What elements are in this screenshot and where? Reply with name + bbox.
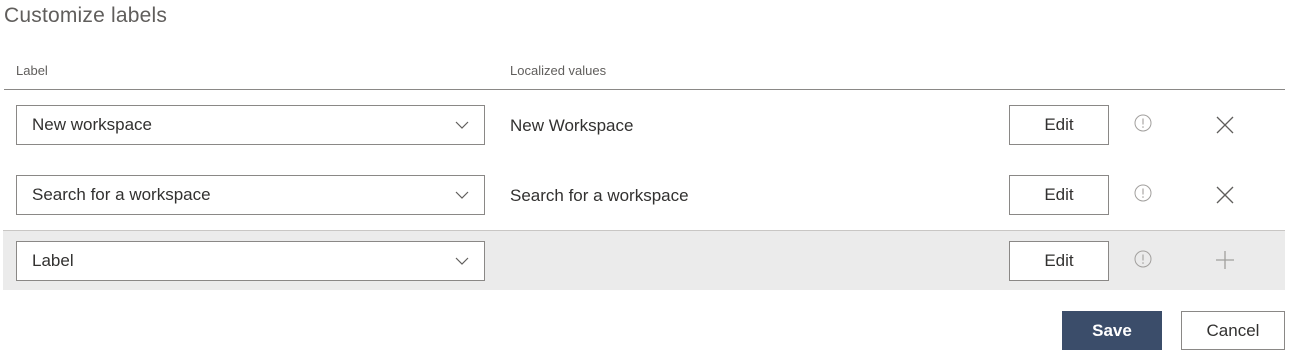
page-title: Customize labels: [4, 4, 168, 27]
info-icon[interactable]: [1133, 249, 1153, 269]
header-divider: [4, 89, 1285, 90]
column-header-label: Label: [16, 63, 48, 78]
label-dropdown-value: Search for a workspace: [32, 185, 211, 204]
chevron-down-icon: [455, 257, 469, 265]
label-dropdown-value: New workspace: [32, 115, 152, 134]
new-label-placeholder: Label: [32, 251, 74, 270]
label-row: New workspace New Workspace Edit: [3, 95, 1285, 155]
info-icon[interactable]: [1133, 113, 1153, 133]
close-icon[interactable]: [1214, 184, 1236, 206]
label-dropdown[interactable]: New workspace: [16, 105, 485, 145]
localized-value: Search for a workspace: [510, 186, 689, 205]
chevron-down-icon: [455, 191, 469, 199]
chevron-down-icon: [455, 121, 469, 129]
new-label-row: Label Edit: [3, 230, 1285, 290]
close-icon[interactable]: [1214, 114, 1236, 136]
label-dropdown[interactable]: Search for a workspace: [16, 175, 485, 215]
edit-button[interactable]: Edit: [1009, 241, 1109, 281]
localized-value: New Workspace: [510, 116, 634, 135]
cancel-button[interactable]: Cancel: [1181, 311, 1285, 350]
column-header-localized-values: Localized values: [510, 63, 607, 78]
edit-button[interactable]: Edit: [1009, 175, 1109, 215]
new-label-dropdown[interactable]: Label: [16, 241, 485, 281]
edit-button[interactable]: Edit: [1009, 105, 1109, 145]
save-button[interactable]: Save: [1062, 311, 1162, 350]
label-row: Search for a workspace Search for a work…: [3, 165, 1285, 225]
info-icon[interactable]: [1133, 183, 1153, 203]
customize-labels-panel: Customize labels Label Localized values …: [0, 0, 1290, 354]
plus-icon[interactable]: [1214, 249, 1236, 271]
